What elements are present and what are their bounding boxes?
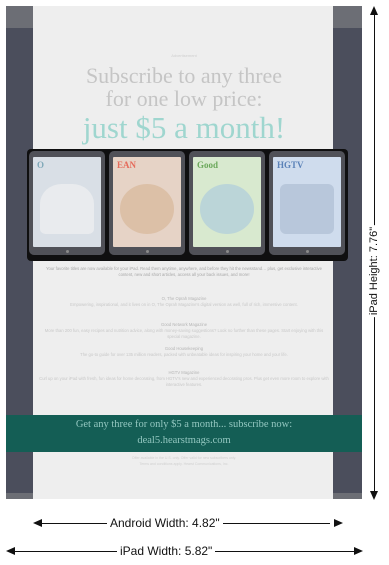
magazine-description: The go-to guide for over 135 million rea… — [80, 352, 288, 357]
tablet-row: O EAN Good HGTV — [27, 149, 348, 261]
android-width-label: Android Width: 4.82" — [107, 516, 223, 530]
tablet-3: Good — [189, 151, 265, 255]
home-button-icon — [145, 250, 149, 253]
footer-line-1: Offer available in the U.S. only. Offer … — [131, 456, 237, 460]
magazine-blurb-4: HGTV Magazine Curl up on your iPad with … — [39, 370, 329, 388]
tablet-4: HGTV — [269, 151, 345, 255]
home-button-icon — [225, 250, 229, 253]
tablet-1: O — [29, 151, 105, 255]
cover-title: Good — [197, 160, 219, 170]
arrow-right-icon — [334, 519, 343, 527]
subscribe-banner[interactable]: Get any three for only $5 a month... sub… — [6, 415, 362, 452]
cover-art — [279, 184, 335, 234]
ipad-width-label: iPad Width: 5.82" — [117, 544, 216, 558]
cover-art — [119, 184, 175, 234]
home-button-icon — [305, 250, 309, 253]
cover-title: HGTV — [277, 160, 304, 170]
ad-page: Advertisement Subscribe to any three for… — [6, 6, 362, 499]
magazine-description: Curl up on your iPad with fresh, fun ide… — [39, 376, 329, 387]
magazine-cover-icon: O — [33, 157, 101, 247]
arrow-right-icon — [354, 547, 363, 555]
ipad-height-label: iPad Height: 7.76" — [368, 224, 380, 318]
cover-title: O — [37, 160, 45, 170]
magazine-cover-icon: EAN — [113, 157, 181, 247]
cover-art — [199, 184, 255, 234]
banner-line-1: Get any three for only $5 a month... sub… — [75, 419, 293, 430]
tablet-2: EAN — [109, 151, 185, 255]
headline-line-1: Subscribe to any three — [85, 63, 283, 88]
magazine-blurb-1: O, The Oprah Magazine Empowering, inspir… — [39, 296, 329, 308]
cover-title: EAN — [117, 160, 137, 170]
headline-line-2: for one low price: — [105, 86, 263, 111]
magazine-blurb-2: Good Network Magazine More than 200 fun,… — [39, 322, 329, 340]
arrow-down-icon — [370, 491, 378, 500]
home-button-icon — [65, 250, 69, 253]
footer-line-2: Terms and conditions apply. Hearst Commu… — [139, 462, 229, 466]
kicker: Advertisement — [171, 53, 197, 58]
magazine-description: More than 200 fun, easy recipes and nutr… — [44, 328, 324, 339]
intro-text: Your favorite titles are now available f… — [46, 266, 322, 277]
banner-link[interactable]: deal5.hearstmags.com — [6, 435, 362, 446]
magazine-cover-icon: Good — [193, 157, 261, 247]
magazine-cover-icon: HGTV — [273, 157, 341, 247]
magazine-blurb-3: Good Housekeeping The go-to guide for ov… — [39, 346, 329, 358]
headline-line-3: just $5 a month! — [82, 110, 286, 145]
magazine-description: Empowering, inspirational, and it lives … — [70, 302, 298, 307]
cover-art — [39, 184, 95, 234]
